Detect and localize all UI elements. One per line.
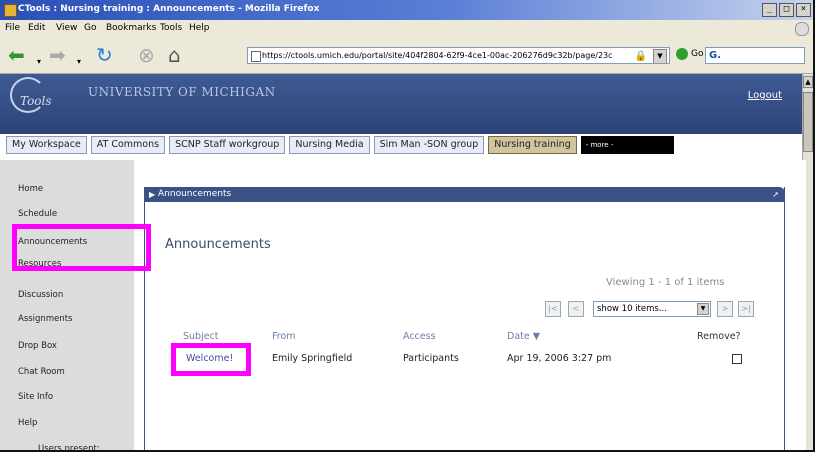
menu-view[interactable]: View [56,23,77,33]
logout-link[interactable]: Logout [748,90,782,101]
menu-help[interactable]: Help [189,23,210,33]
maximize-button[interactable]: □ [779,3,794,17]
scroll-up-icon[interactable]: ▲ [803,76,813,88]
back-dropdown-icon[interactable]: ▾ [37,52,41,72]
reload-icon[interactable]: ↻ [96,45,113,65]
title-bar: CTools : Nursing training : Announcement… [0,0,813,20]
page-icon [251,51,261,62]
sidebar-item-home[interactable]: Home [18,184,43,194]
back-icon[interactable]: ⬅ [8,45,25,65]
sidebar-item-chat-room[interactable]: Chat Room [18,367,65,377]
menu-bookmarks[interactable]: Bookmarks [106,23,156,33]
search-input[interactable]: G. [705,47,805,64]
more-sites-select[interactable]: - more - [580,136,674,154]
navigation-toolbar: ⬅ ▾ ➡ ▾ ↻ ⊗ ⌂ https://ctools.umich.edu/p… [0,37,813,74]
throbber-icon [795,22,809,36]
address-dropdown-icon[interactable]: ▼ [653,49,667,63]
highlight-announcements [12,224,151,271]
menu-edit[interactable]: Edit [28,23,45,33]
portlet-arrow-icon: ▶ [149,190,156,199]
column-header-date[interactable]: Date ▼ [507,331,540,342]
ctools-logo: Tools [10,77,52,113]
address-text: https://ctools.umich.edu/portal/site/404… [262,51,613,60]
portlet-title-bar: ▶ Announcements ➚ [144,187,785,202]
announcement-access: Participants [403,353,459,364]
menu-bar: File Edit View Go Bookmarks Tools Help [0,20,813,37]
column-header-from[interactable]: From [272,331,296,342]
tab-my-workspace[interactable]: My Workspace [6,136,87,154]
app-icon [4,4,17,17]
scroll-thumb[interactable] [803,92,813,152]
previous-page-icon[interactable]: < [568,301,584,317]
sidebar-item-assignments[interactable]: Assignments [18,314,72,324]
close-button[interactable]: × [796,3,811,17]
remove-checkbox[interactable] [732,354,742,364]
portlet-edit-icon[interactable]: ➚ [772,187,779,202]
tab-nursing-media[interactable]: Nursing Media [289,136,370,154]
sidebar-item-drop-box[interactable]: Drop Box [18,341,57,351]
announcement-date: Apr 19, 2006 3:27 pm [507,353,612,364]
go-label[interactable]: Go [691,49,703,59]
column-header-access[interactable]: Access [403,331,436,342]
tool-sidebar: Home Schedule Announcements Resources Di… [0,160,134,452]
column-header-remove: Remove? [697,331,741,342]
stop-icon[interactable]: ⊗ [138,45,155,65]
forward-icon[interactable]: ➡ [49,45,66,65]
sidebar-item-discussion[interactable]: Discussion [18,290,63,300]
address-bar[interactable]: https://ctools.umich.edu/portal/site/404… [247,47,670,64]
forward-dropdown-icon[interactable]: ▾ [77,52,81,72]
page-title: Announcements [165,237,271,252]
next-page-icon[interactable]: > [717,301,733,317]
minimize-button[interactable]: _ [762,3,777,17]
page-size-select[interactable]: show 10 items... ▼ [593,301,711,317]
menu-tools[interactable]: Tools [160,23,182,33]
university-name: UNIVERSITY OF MICHIGAN [88,85,276,99]
ctools-header: Tools UNIVERSITY OF MICHIGAN Logout My W… [0,74,807,154]
sidebar-item-site-info[interactable]: Site Info [18,392,53,402]
lock-icon: 🔒 [634,51,647,62]
tab-scnp-staff-workgroup[interactable]: SCNP Staff workgroup [169,136,286,154]
announcements-portlet [144,187,785,450]
tab-sim-man-son-group[interactable]: Sim Man -SON group [373,136,485,154]
highlight-welcome [171,343,251,376]
page-size-value: show 10 items... [597,304,667,314]
window-title: CTools : Nursing training : Announcement… [18,4,320,14]
announcement-from: Emily Springfield [272,353,353,364]
users-present-label: Users present: [38,444,100,452]
column-header-subject[interactable]: Subject [183,331,219,342]
menu-file[interactable]: File [5,23,20,33]
menu-go[interactable]: Go [84,23,96,33]
portlet-title: Announcements [158,189,232,199]
tab-at-commons[interactable]: AT Commons [90,136,166,154]
first-page-icon[interactable]: |< [545,301,561,317]
tab-nursing-training[interactable]: Nursing training [488,136,577,154]
site-tabs: My Workspace AT Commons SCNP Staff workg… [6,136,674,154]
browser-window: CTools : Nursing training : Announcement… [0,0,815,452]
sidebar-item-schedule[interactable]: Schedule [18,209,57,219]
sidebar-item-help[interactable]: Help [18,418,37,428]
last-page-icon[interactable]: >| [738,301,754,317]
page-size-dropdown-icon[interactable]: ▼ [697,303,709,315]
viewing-count: Viewing 1 - 1 of 1 items [606,277,725,288]
home-icon[interactable]: ⌂ [168,45,181,65]
go-icon[interactable] [676,48,688,60]
